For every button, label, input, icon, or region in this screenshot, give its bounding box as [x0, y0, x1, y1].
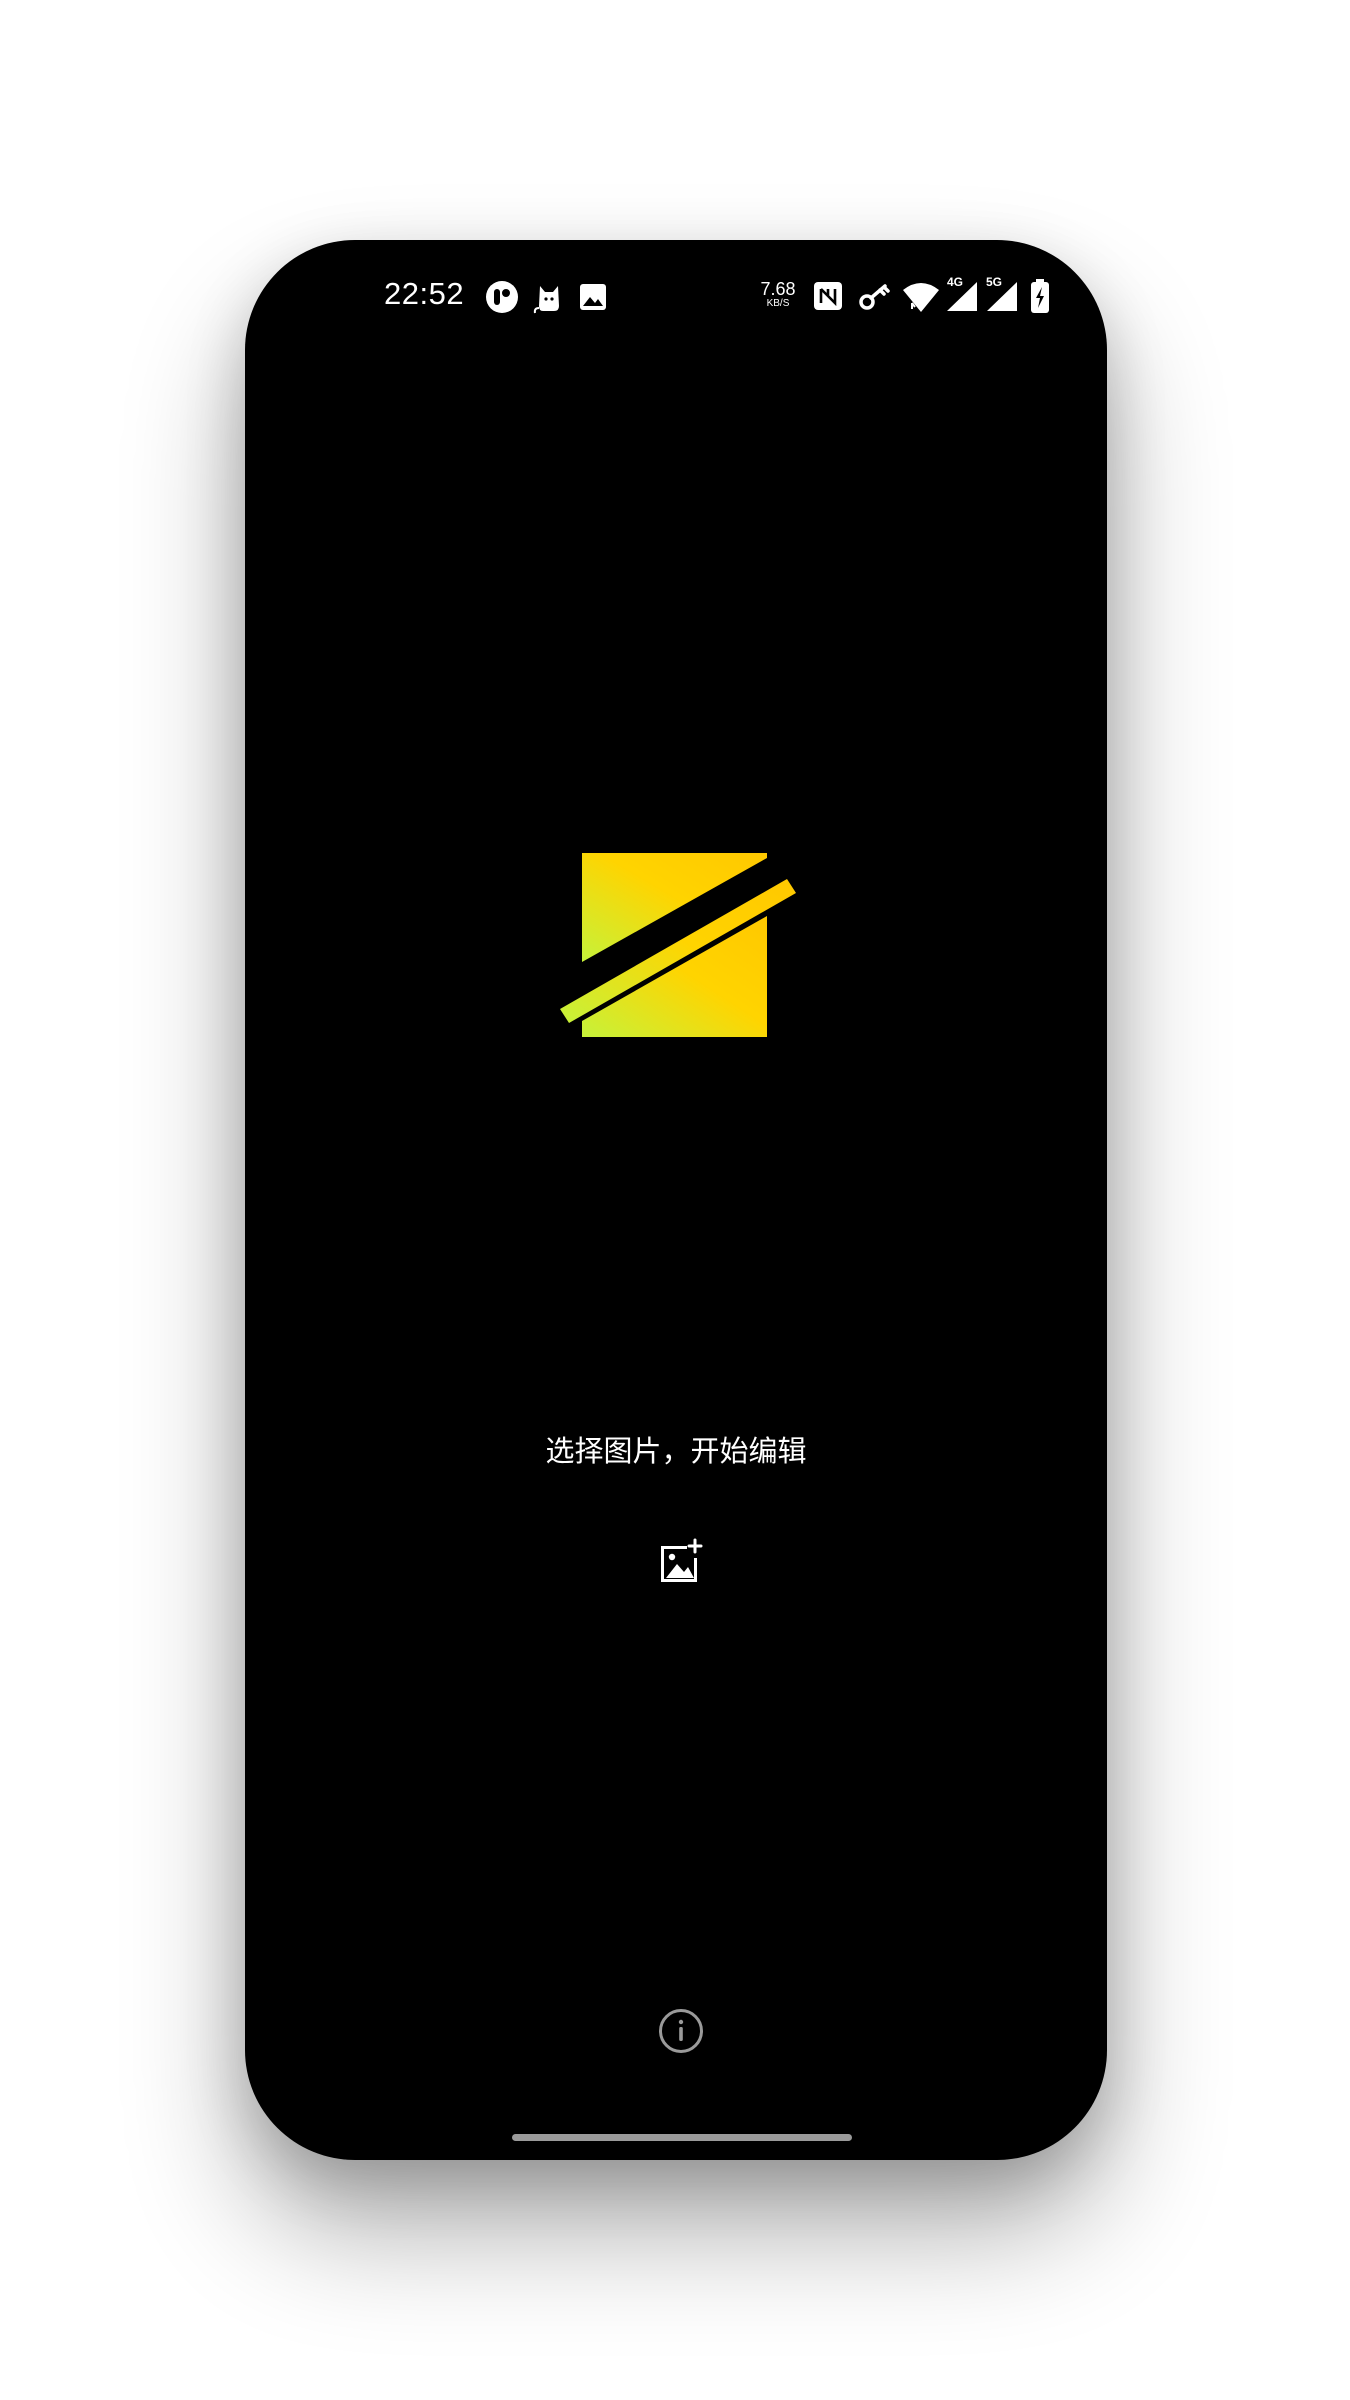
network-speed: 7.68 KB/S [755, 280, 801, 309]
gallery-notification-icon [580, 284, 606, 310]
signal-5g-icon [987, 282, 1017, 311]
status-bar: 22:52 7.68 KB/S 4G 5G [245, 240, 1107, 350]
home-indicator[interactable] [512, 2134, 852, 2141]
select-image-prompt: 选择图片，开始编辑 [545, 1434, 807, 1468]
wifi-icon [903, 283, 939, 312]
info-icon[interactable] [658, 2008, 704, 2054]
add-image-icon[interactable] [657, 1538, 705, 1586]
nfc-icon [814, 282, 842, 310]
network-speed-value: 7.68 [760, 279, 796, 299]
phone-screen: 22:52 7.68 KB/S 4G 5G 选择图片，开始编辑 [245, 240, 1107, 2160]
network-speed-unit: KB/S [766, 298, 790, 309]
signal-4g-icon [947, 282, 977, 311]
record-app-icon [486, 281, 518, 313]
status-time: 22:52 [384, 276, 465, 311]
screenshot-stage: 22:52 7.68 KB/S 4G 5G 选择图片，开始编辑 [0, 0, 1350, 2400]
battery-charging-icon [1031, 279, 1049, 313]
app-logo [560, 853, 796, 1037]
cat-app-icon [533, 286, 559, 314]
vpn-key-icon [859, 284, 890, 310]
